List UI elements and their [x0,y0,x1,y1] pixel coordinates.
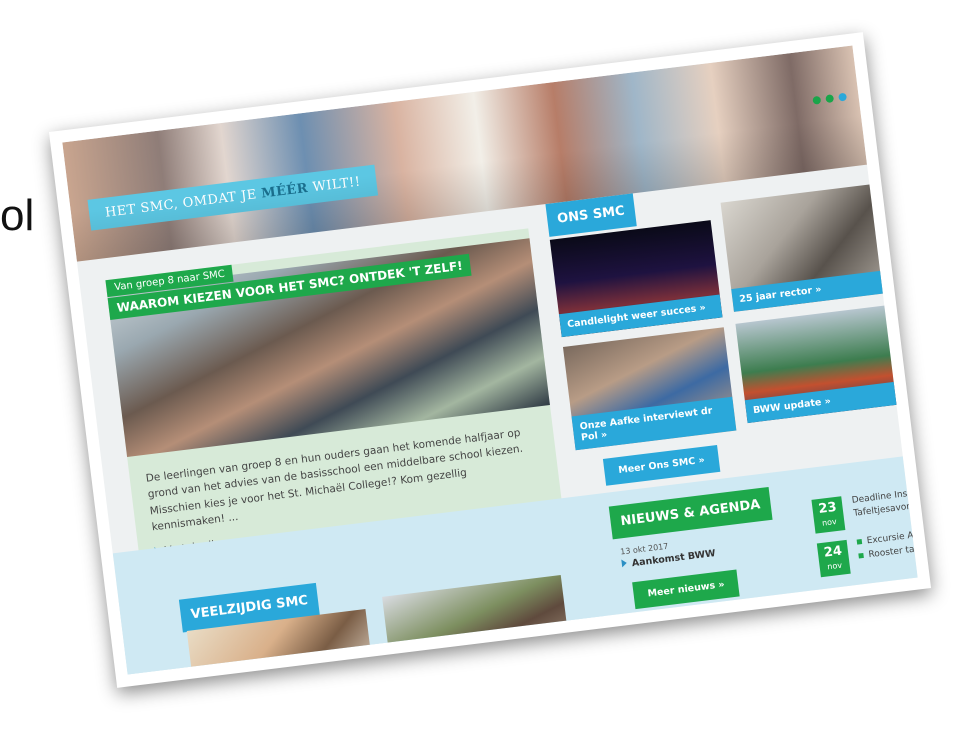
agenda-date-badge: 23 nov [811,496,846,534]
tile-candlelight[interactable]: Candlelight weer succes » [549,220,723,338]
tile-caption: Onze Aafke interviewt dr Pol » [571,396,737,451]
carousel-dot-2[interactable] [825,94,835,104]
agenda-month: nov [826,560,843,572]
tile-bww-update[interactable]: BWW update » [735,302,918,424]
slogan-text-pre: HET SMC, OMDAT JE [104,186,263,221]
carousel-dot-1[interactable] [812,95,822,105]
carousel-dots [812,92,848,105]
screenshot-card: HET SMC, OMDAT JE MÉÉR WILT!! Van groep … [48,32,932,688]
slogan-text-post: WILT!! [307,174,362,196]
tile-rector[interactable]: 25 jaar rector » [720,181,905,312]
tile-caption: BWW update » [744,379,918,424]
website: HET SMC, OMDAT JE MÉÉR WILT!! Van groep … [62,45,918,675]
agenda-date-badge: 24 nov [816,539,851,578]
arrow-right-icon [621,558,628,568]
more-ons-smc-button[interactable]: Meer Ons SMC » [602,444,721,486]
bullet-square-icon [856,539,863,545]
agenda-month: nov [821,516,838,528]
slogan-banner: HET SMC, OMDAT JE MÉÉR WILT!! [87,164,379,231]
bullet-square-icon [858,552,864,559]
tile-interview[interactable]: Onze Aafke interviewt dr Pol » [562,327,737,451]
carousel-dot-3[interactable] [838,92,848,102]
slogan-highlight: MÉÉR [260,180,309,202]
partial-text: ol [0,191,35,240]
